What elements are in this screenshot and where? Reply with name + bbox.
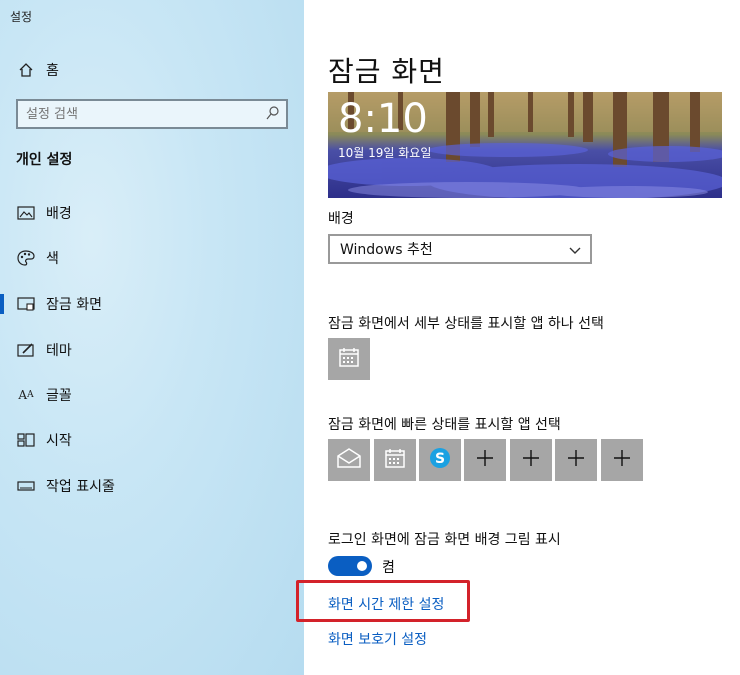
svg-text:S: S (435, 451, 445, 467)
preview-date: 10월 19일 화요일 (338, 146, 432, 160)
background-dropdown-value: Windows 추천 (340, 242, 433, 258)
plus-icon (613, 449, 631, 471)
quick-status-add-button[interactable] (464, 439, 506, 481)
page-title: 잠금 화면 (328, 55, 445, 88)
quick-status-add-button[interactable] (555, 439, 597, 481)
sidebar-item-label: 글꼴 (46, 388, 72, 404)
highlight-box (296, 580, 470, 622)
sidebar-item-label: 배경 (46, 206, 72, 222)
search-box[interactable] (16, 99, 288, 129)
sidebar-item-label: 작업 표시줄 (46, 479, 115, 495)
main-pane: 잠금 화면 8:10 10월 19일 화요일 배경 Windows 추천 잠금 … (304, 0, 740, 675)
sidebar-item-label: 테마 (46, 343, 72, 359)
screen-saver-link[interactable]: 화면 보호기 설정 (328, 629, 427, 649)
sidebar-item-theme[interactable]: 테마 (0, 332, 304, 368)
picture-icon (16, 203, 36, 223)
search-icon[interactable] (266, 105, 280, 125)
plus-icon (476, 449, 494, 471)
sidebar-item-label: 시작 (46, 433, 72, 449)
sidebar-item-label: 색 (46, 251, 59, 267)
lock-screen-preview: 8:10 10월 19일 화요일 (328, 92, 722, 198)
home-icon (16, 60, 36, 80)
sidebar-item-label: 홈 (46, 63, 59, 79)
calendar-icon (338, 346, 360, 372)
sidebar-item-lock-screen[interactable]: 잠금 화면 (0, 286, 304, 322)
sidebar: 설정 홈 개인 설정 배경 색 잠금 화면 테마 (0, 0, 304, 675)
toggle-state-label: 켬 (382, 560, 395, 576)
calendar-icon (384, 447, 406, 473)
sidebar-item-taskbar[interactable]: 작업 표시줄 (0, 468, 304, 504)
sidebar-item-start[interactable]: 시작 (0, 422, 304, 458)
signin-background-label: 로그인 화면에 잠금 화면 배경 그림 표시 (328, 532, 561, 548)
skype-icon: S (429, 447, 451, 473)
quick-status-app-button[interactable] (374, 439, 416, 481)
sidebar-item-background[interactable]: 배경 (0, 195, 304, 231)
signin-background-toggle[interactable] (328, 556, 372, 576)
background-label: 배경 (328, 211, 354, 227)
background-dropdown[interactable]: Windows 추천 (328, 234, 592, 264)
app-title: 설정 (10, 10, 33, 24)
sidebar-item-color[interactable]: 색 (0, 240, 304, 276)
chevron-down-icon (568, 242, 582, 261)
quick-status-add-button[interactable] (601, 439, 643, 481)
mail-icon (336, 447, 362, 473)
quick-status-label: 잠금 화면에 빠른 상태를 표시할 앱 선택 (328, 417, 561, 433)
sidebar-item-fonts[interactable]: AA 글꼴 (0, 377, 304, 413)
search-input[interactable] (18, 105, 258, 123)
plus-icon (522, 449, 540, 471)
taskbar-icon (16, 476, 36, 496)
preview-clock: 8:10 (338, 96, 428, 142)
quick-status-app-button[interactable]: S (419, 439, 461, 481)
plus-icon (567, 449, 585, 471)
start-icon (16, 430, 36, 450)
theme-icon (16, 340, 36, 360)
quick-status-app-button[interactable] (328, 439, 370, 481)
detailed-status-app-button[interactable] (328, 338, 370, 380)
sidebar-item-home[interactable]: 홈 (0, 52, 304, 88)
quick-status-add-button[interactable] (510, 439, 552, 481)
font-icon: AA (18, 388, 34, 402)
palette-icon (16, 248, 36, 268)
detailed-status-label: 잠금 화면에서 세부 상태를 표시할 앱 하나 선택 (328, 316, 604, 332)
sidebar-item-label: 잠금 화면 (46, 297, 102, 313)
lock-screen-icon (16, 294, 36, 314)
toggle-knob (357, 561, 367, 571)
section-heading: 개인 설정 (16, 152, 73, 168)
